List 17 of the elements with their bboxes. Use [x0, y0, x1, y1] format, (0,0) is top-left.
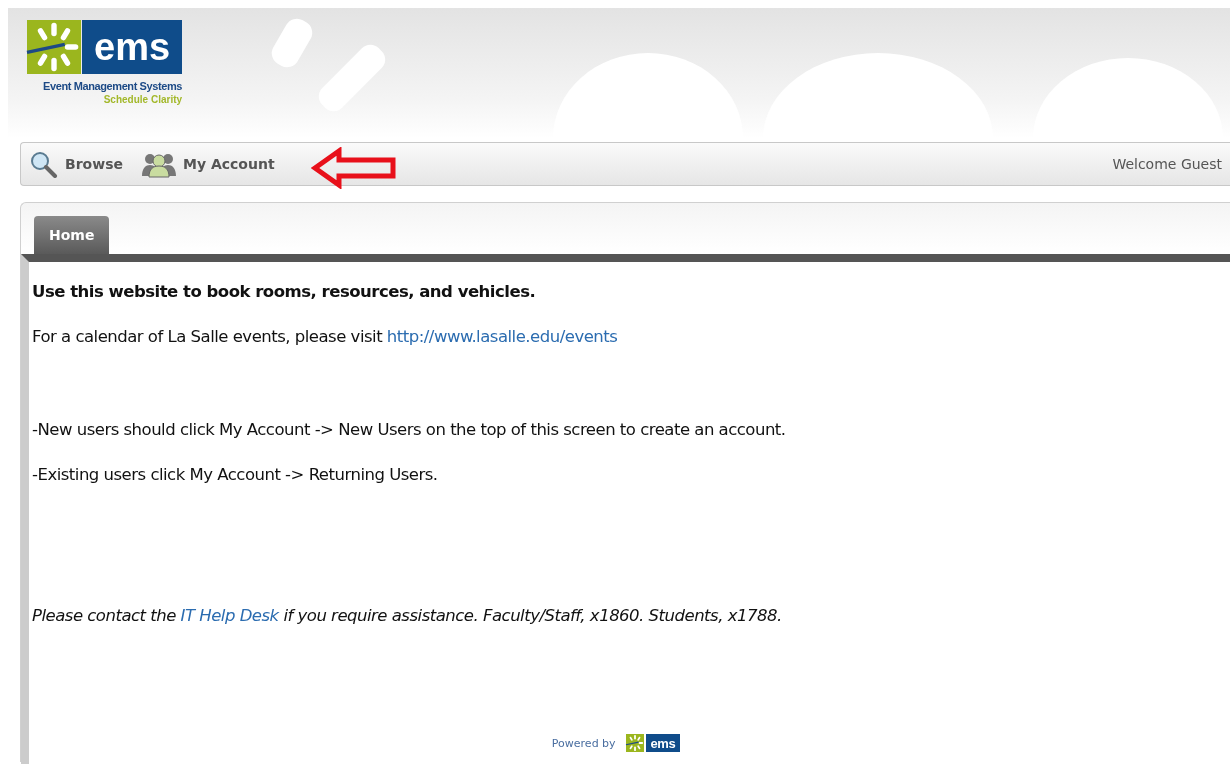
- nav-link[interactable]: Browse: [29, 150, 123, 178]
- instruction-text: -New users should click My Account -> New Users on the top of this screen to create an account.: [32, 420, 787, 441]
- logo-tagline: Schedule Clarity: [103, 94, 183, 105]
- ems-logo: ems: [26, 20, 183, 74]
- instruction-text: -Existing users click My Account -> Returning Users.: [32, 465, 439, 486]
- text-link[interactable]: http://www.lasalle.edu/events: [386, 327, 618, 346]
- nav-link[interactable]: My Account: [140, 150, 275, 178]
- logo-name: Event Management Systems: [43, 80, 183, 92]
- welcome-text: Welcome Guest: [1112, 156, 1222, 172]
- text-link[interactable]: IT Help Desk: [180, 606, 279, 625]
- powered-by-text: Powered by: [551, 736, 616, 750]
- info-text: For a calendar of La Salle events, please visit http://www.lasalle.edu/events: [32, 327, 619, 348]
- ems-logo: ems: [623, 734, 681, 752]
- info-text: Please contact the IT Help Desk if you require assistance. Faculty/Staff, x1860. Students, x1788.: [32, 606, 783, 627]
- search-icon: [29, 150, 59, 178]
- intro-text: Use this website to book rooms, resources, and vehicles.: [32, 282, 537, 303]
- home-tab[interactable]: Home: [34, 216, 110, 254]
